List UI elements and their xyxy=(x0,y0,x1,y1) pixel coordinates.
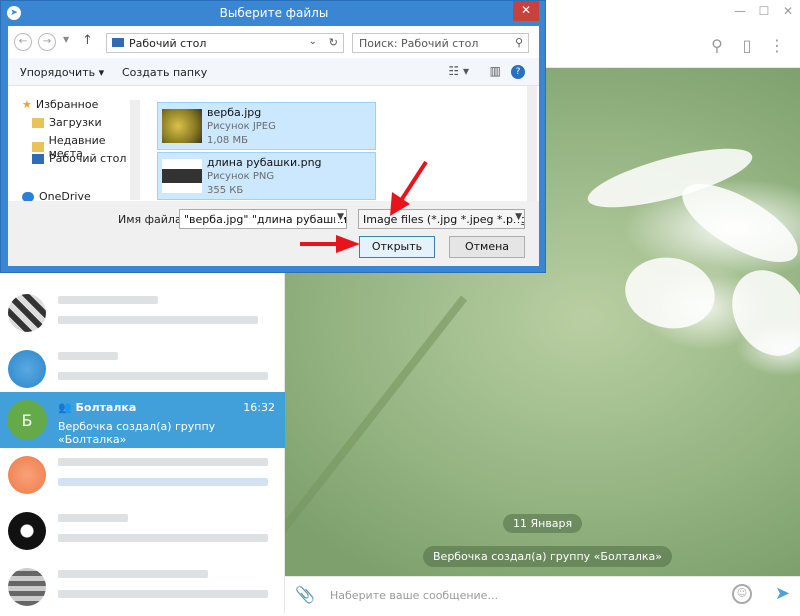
back-arrow-icon[interactable]: ← xyxy=(14,33,32,51)
window-controls: — ☐ ✕ xyxy=(728,0,800,22)
address-text: Рабочий стол xyxy=(129,37,207,50)
up-arrow-icon[interactable]: ↑ xyxy=(82,33,93,48)
avatar: Б xyxy=(7,400,47,440)
sidebar-toggle-icon[interactable]: ▯ xyxy=(736,34,758,56)
more-options-icon[interactable]: ⋮ xyxy=(766,34,788,56)
avatar xyxy=(8,350,46,388)
chat-list-item-boltalka[interactable]: Б 👥 Болталка 16:32 Вербочка создал(а) гр… xyxy=(0,392,285,448)
search-input[interactable]: Поиск: Рабочий стол ⚲ xyxy=(352,33,529,53)
avatar xyxy=(8,568,46,606)
dialog-footer: Имя файла: "верба.jpg" "длина рубашки.pi… xyxy=(8,201,539,266)
file-size: 1,08 МБ xyxy=(207,135,248,146)
chat-list-item[interactable] xyxy=(0,342,285,398)
nav-pane-scrollbar[interactable] xyxy=(130,100,140,200)
service-message: Вербочка создал(а) группу «Болталка» xyxy=(423,546,673,567)
annotation-arrow-open xyxy=(300,235,360,253)
organize-button[interactable]: Упорядочить ▾ xyxy=(20,66,104,79)
view-options-icon[interactable]: ☷ ▾ xyxy=(448,64,469,78)
search-icon[interactable]: ⚲ xyxy=(515,36,523,49)
close-icon[interactable]: ✕ xyxy=(776,0,800,22)
chevron-down-icon[interactable]: ▼ xyxy=(513,212,522,222)
chat-list-item[interactable] xyxy=(0,560,285,616)
file-list-scrollbar[interactable] xyxy=(527,86,537,201)
emoji-icon[interactable]: ☺ xyxy=(732,584,752,604)
avatar xyxy=(8,294,46,332)
dialog-title: Выберите файлы xyxy=(219,6,329,20)
avatar xyxy=(8,456,46,494)
forward-arrow-icon[interactable]: → xyxy=(38,33,56,51)
dialog-body: ← → ▼ ↑ Рабочий стол ⌄ ↻ Поиск: Рабочий … xyxy=(8,26,539,266)
nav-item-downloads[interactable]: Загрузки xyxy=(32,116,102,129)
date-separator: 11 Января xyxy=(503,514,583,533)
maximize-icon[interactable]: ☐ xyxy=(752,0,776,22)
open-button[interactable]: Открыть xyxy=(359,236,435,258)
help-icon[interactable]: ? xyxy=(511,65,525,79)
image-thumbnail xyxy=(162,159,202,193)
file-type: Рисунок JPEG xyxy=(207,121,276,132)
chat-list-item[interactable] xyxy=(0,504,285,560)
folder-icon xyxy=(112,38,124,47)
nav-item-favorites[interactable]: ★ Избранное xyxy=(22,98,98,111)
recent-dropdown-icon[interactable]: ▼ xyxy=(63,35,69,44)
preview-pane-icon[interactable]: ▥ xyxy=(490,64,501,78)
filename-input[interactable]: "верба.jpg" "длина рубашки.pi ▼ xyxy=(179,209,347,229)
chat-list-item[interactable] xyxy=(0,286,285,342)
navigation-pane: ★ Избранное Загрузки Недавние места Рабоч… xyxy=(8,86,140,203)
file-size: 355 КБ xyxy=(207,185,244,196)
nav-item-desktop[interactable]: Рабочий стол xyxy=(32,152,126,165)
downloads-folder-icon xyxy=(32,117,44,128)
annotation-arrow-filter xyxy=(390,160,428,216)
file-list: верба.jpg Рисунок JPEG 1,08 МБ длина руб… xyxy=(150,86,539,201)
filename-label: Имя файла: xyxy=(118,213,186,226)
send-icon[interactable]: ➤ xyxy=(775,583,790,604)
dialog-close-button[interactable]: ✕ xyxy=(513,1,539,21)
refresh-icon[interactable]: ↻ xyxy=(329,36,338,49)
star-icon: ★ xyxy=(22,98,32,111)
file-open-dialog: ➤ Выберите файлы ✕ ← → ▼ ↑ Рабочий стол … xyxy=(0,0,546,273)
chevron-down-icon[interactable]: ⌄ xyxy=(309,36,317,47)
file-type: Рисунок PNG xyxy=(207,171,275,182)
minimize-icon[interactable]: — xyxy=(728,0,752,22)
message-composer: 📎 Наберите ваше сообщение... ☺ ➤ xyxy=(285,576,800,613)
file-item-verba[interactable]: верба.jpg Рисунок JPEG 1,08 МБ xyxy=(157,102,376,150)
search-placeholder: Поиск: Рабочий стол xyxy=(359,37,479,50)
desktop-icon xyxy=(32,153,44,164)
group-icon: 👥 xyxy=(58,401,76,414)
message-input[interactable]: Наберите ваше сообщение... xyxy=(330,589,498,602)
image-thumbnail xyxy=(162,109,202,143)
chevron-down-icon[interactable]: ▼ xyxy=(335,212,344,222)
chat-time: 16:32 xyxy=(243,401,275,414)
dialog-toolbar: Упорядочить ▾ Создать папку ☷ ▾ ▥ ? xyxy=(8,58,539,86)
file-name: длина рубашки.png xyxy=(207,156,322,169)
cancel-button[interactable]: Отмена xyxy=(449,236,525,258)
avatar xyxy=(8,512,46,550)
recent-places-icon xyxy=(32,142,44,152)
chat-preview: Вербочка создал(а) группу «Болталка» xyxy=(58,420,216,446)
navigation-bar: ← → ▼ ↑ Рабочий стол ⌄ ↻ Поиск: Рабочий … xyxy=(8,26,539,58)
file-item-dlina-rubashki[interactable]: длина рубашки.png Рисунок PNG 355 КБ xyxy=(157,152,376,200)
attach-icon[interactable]: 📎 xyxy=(295,585,315,604)
new-folder-button[interactable]: Создать папку xyxy=(122,66,207,79)
file-name: верба.jpg xyxy=(207,106,262,119)
search-icon[interactable]: ⚲ xyxy=(706,34,728,56)
chat-list-item[interactable] xyxy=(0,448,285,504)
chat-title: Болталка xyxy=(75,401,137,414)
address-bar[interactable]: Рабочий стол ⌄ ↻ xyxy=(106,33,344,53)
onedrive-icon xyxy=(22,191,34,202)
